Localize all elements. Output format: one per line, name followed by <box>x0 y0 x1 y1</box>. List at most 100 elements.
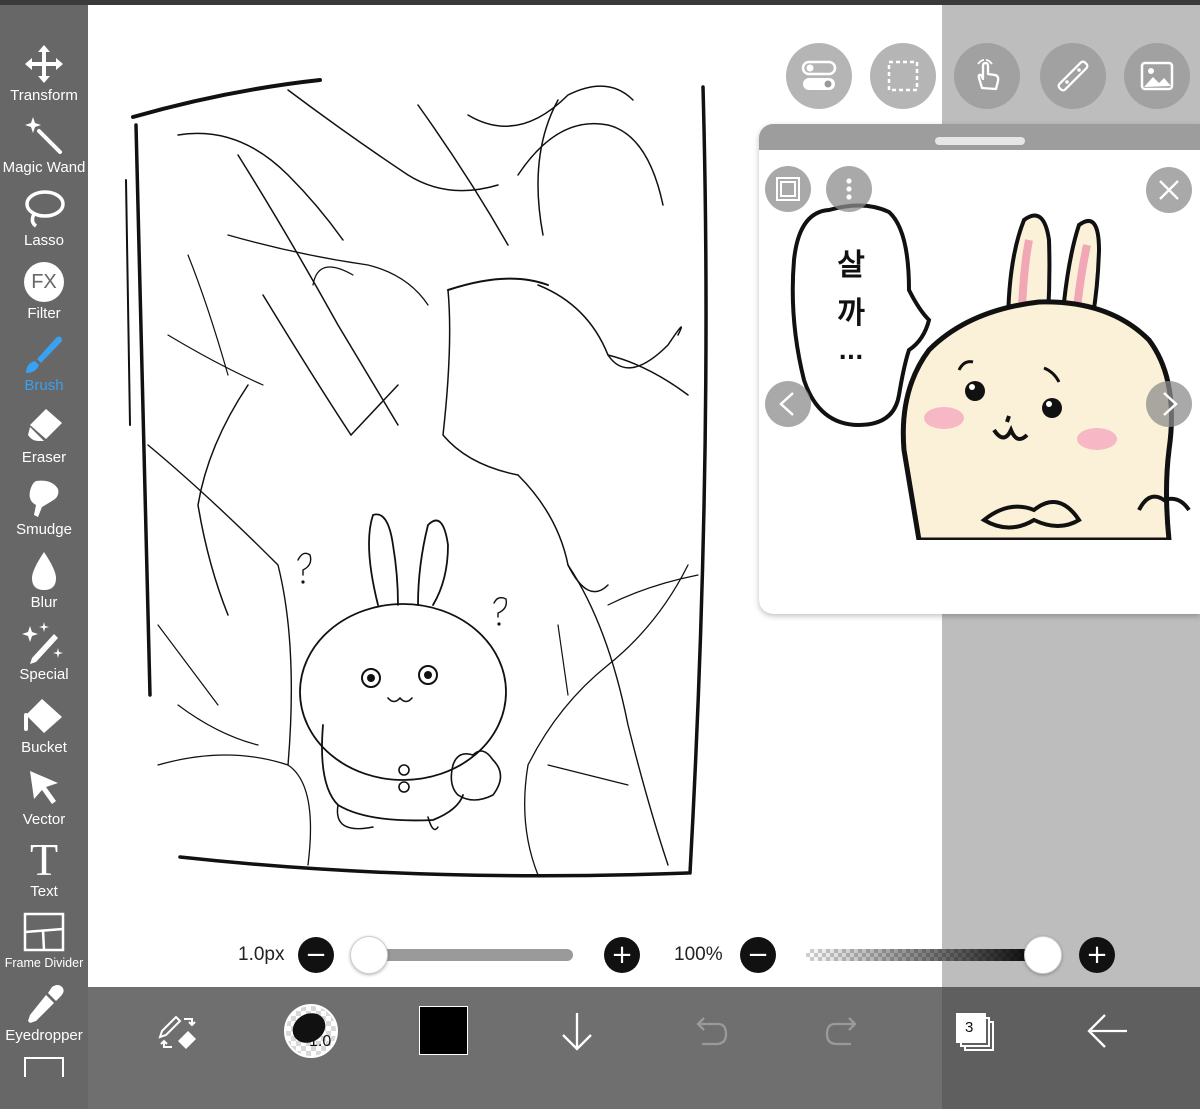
redo-arrow-icon <box>825 1017 857 1046</box>
droplet-icon <box>32 552 56 590</box>
toggle-switch-icon <box>801 60 837 90</box>
bucket-icon <box>24 699 62 733</box>
lasso-icon <box>25 190 65 228</box>
undo-arrow-icon <box>696 1017 728 1046</box>
opacity-decrease-button[interactable]: − <box>740 937 776 973</box>
back-button[interactable] <box>1084 1008 1130 1054</box>
tool-label: Eraser <box>21 449 67 466</box>
hand-button[interactable] <box>954 43 1020 109</box>
app: 살 까 ... Transform Magic Wand Lasso FX Fi… <box>0 0 1200 1109</box>
tool-label: Text <box>30 883 58 900</box>
tool-eyedropper[interactable]: Eyedropper <box>0 981 88 1051</box>
tool-bucket[interactable]: Bucket <box>0 693 88 763</box>
plus-icon: + <box>611 940 633 970</box>
brush-size-slider[interactable] <box>368 949 573 961</box>
opacity-slider-knob[interactable] <box>1024 936 1062 974</box>
layers-stack-icon: 3 <box>954 1011 998 1053</box>
reference-frame-button[interactable] <box>765 166 811 212</box>
save-download-button[interactable] <box>556 1008 598 1054</box>
tool-blur[interactable]: Blur <box>0 548 88 618</box>
brush-size-increase-button[interactable]: + <box>604 937 640 973</box>
brush-size-badge: 1.0 <box>309 1033 332 1050</box>
special-pen-icon <box>22 622 63 664</box>
brush-size-value: 1.0px <box>238 944 285 965</box>
opacity-value: 100% <box>674 944 723 965</box>
reference-close-button[interactable] <box>1146 167 1192 213</box>
chevron-left-icon <box>779 392 794 416</box>
speech-line-2: 까 <box>837 296 865 331</box>
brush-settings-button[interactable]: 1.0 <box>283 1003 339 1059</box>
layer-count: 3 <box>965 1019 974 1036</box>
tool-label: Lasso <box>23 232 65 249</box>
opacity-increase-button[interactable]: + <box>1079 937 1115 973</box>
reference-window-handle[interactable] <box>935 137 1025 145</box>
opacity-slider[interactable] <box>806 949 1042 961</box>
magic-wand-icon <box>25 117 62 154</box>
tool-lasso[interactable]: Lasso <box>0 186 88 256</box>
plus-icon: + <box>1086 940 1108 970</box>
minus-icon: − <box>747 940 769 970</box>
tool-more-partial[interactable] <box>24 1057 64 1077</box>
reference-button[interactable] <box>1124 43 1190 109</box>
tool-label: Vector <box>22 811 66 828</box>
tool-special[interactable]: Special <box>0 620 88 690</box>
color-swatch-button[interactable] <box>419 1006 468 1055</box>
tool-label: Brush <box>24 377 64 394</box>
tool-brush[interactable]: Brush <box>0 331 88 401</box>
brush-size-slider-knob[interactable] <box>350 936 388 974</box>
tool-label: Filter <box>27 305 61 322</box>
reference-window[interactable]: 살 까 ... <box>759 124 1200 614</box>
tool-label: Transform <box>10 87 78 104</box>
brush-eraser-swap-icon <box>158 1015 196 1049</box>
smudge-icon <box>29 480 59 517</box>
close-icon <box>1159 180 1179 200</box>
tool-label: Bucket <box>21 739 67 756</box>
eyedropper-icon <box>28 985 64 1023</box>
tool-label: Smudge <box>16 521 72 538</box>
frame-square-icon <box>776 177 800 201</box>
selection-rect-icon <box>887 60 919 92</box>
layers-button[interactable]: 3 <box>953 1010 999 1054</box>
speech-line-3: ... <box>838 340 864 365</box>
tool-transform[interactable]: Transform <box>0 41 88 111</box>
ruler-button[interactable] <box>1040 43 1106 109</box>
frame-divider-icon <box>23 912 65 952</box>
tool-sidebar: Transform Magic Wand Lasso FX Filter Bru… <box>0 5 88 1109</box>
brush-size-decrease-button[interactable]: − <box>298 937 334 973</box>
tool-label: Magic Wand <box>2 159 86 176</box>
eraser-icon <box>28 409 62 441</box>
selection-button[interactable] <box>870 43 936 109</box>
text-t-icon: T <box>29 834 59 885</box>
reference-menu-button[interactable] <box>826 166 872 212</box>
speech-line-1: 살 <box>837 248 865 283</box>
fx-icon: FX <box>24 262 64 302</box>
tool-label: Special <box>19 666 69 683</box>
tool-label: Frame Divider <box>4 956 84 970</box>
tool-vector[interactable]: Vector <box>0 765 88 835</box>
image-reference-icon <box>1140 61 1174 91</box>
toggle-button[interactable] <box>786 43 852 109</box>
arrow-left-icon <box>1087 1014 1127 1048</box>
redo-button[interactable] <box>821 1012 865 1050</box>
minus-icon: − <box>305 940 327 970</box>
tool-text[interactable]: T Text <box>0 837 88 907</box>
tool-smudge[interactable]: Smudge <box>0 475 88 545</box>
reference-image: 살 까 ... <box>759 150 1200 614</box>
reference-prev-button[interactable] <box>765 381 811 427</box>
tool-label: Eyedropper <box>5 1027 83 1044</box>
undo-button[interactable] <box>688 1012 732 1050</box>
tool-filter[interactable]: FX Filter <box>0 259 88 329</box>
tool-magic-wand[interactable]: Magic Wand <box>0 113 88 183</box>
swap-tool-button[interactable] <box>155 1010 201 1056</box>
reference-next-button[interactable] <box>1146 381 1192 427</box>
tool-eraser[interactable]: Eraser <box>0 403 88 473</box>
tool-frame-divider[interactable]: Frame Divider <box>0 909 88 979</box>
tool-label: Blur <box>30 594 58 611</box>
arrow-down-icon <box>562 1013 592 1051</box>
chevron-right-icon <box>1163 392 1178 416</box>
move-arrows-icon <box>25 45 63 83</box>
cursor-arrow-icon <box>30 771 58 804</box>
brush-icon <box>26 336 62 373</box>
hand-gesture-icon <box>977 59 1000 91</box>
more-vertical-icon <box>846 178 852 200</box>
